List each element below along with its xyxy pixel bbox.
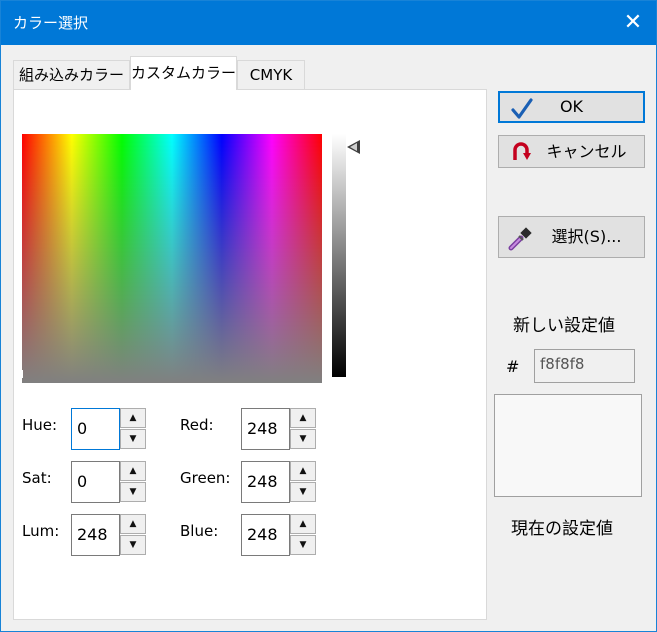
sat-stepper[interactable]: 0 ▲ ▼ — [71, 461, 146, 503]
hue-label: Hue: — [22, 416, 58, 434]
sat-up-button[interactable]: ▲ — [120, 461, 146, 481]
red-up-button[interactable]: ▲ — [290, 408, 316, 428]
hue-input[interactable]: 0 — [71, 408, 120, 450]
blue-input[interactable]: 248 — [241, 514, 290, 556]
close-button[interactable]: ✕ — [610, 1, 656, 45]
current-color-swatch — [494, 394, 642, 497]
blue-up-button[interactable]: ▲ — [290, 514, 316, 534]
tab-builtin-colors[interactable]: 組み込みカラー — [13, 60, 130, 89]
color-dialog: カラー選択 ✕ 組み込みカラー カスタムカラー CMYK Hue: 0 ▲ ▼ … — [0, 0, 657, 632]
blue-stepper[interactable]: 248 ▲ ▼ — [241, 514, 316, 556]
green-stepper[interactable]: 248 ▲ ▼ — [241, 461, 316, 503]
current-value-label: 現在の設定値 — [511, 519, 613, 539]
cancel-button[interactable]: キャンセル — [498, 135, 645, 168]
blue-label: Blue: — [180, 522, 219, 540]
spectrum-cursor — [22, 370, 23, 378]
red-input[interactable]: 248 — [241, 408, 290, 450]
lum-up-button[interactable]: ▲ — [120, 514, 146, 534]
green-label: Green: — [180, 469, 231, 487]
lum-label: Lum: — [22, 522, 60, 540]
tab-custom-colors[interactable]: カスタムカラー — [130, 56, 237, 90]
lum-down-button[interactable]: ▼ — [120, 535, 146, 555]
hue-up-button[interactable]: ▲ — [120, 408, 146, 428]
window-title: カラー選択 — [13, 14, 89, 32]
green-up-button[interactable]: ▲ — [290, 461, 316, 481]
sat-input[interactable]: 0 — [71, 461, 120, 503]
sat-label: Sat: — [22, 469, 52, 487]
lum-input[interactable]: 248 — [71, 514, 120, 556]
blue-down-button[interactable]: ▼ — [290, 535, 316, 555]
luminance-slider[interactable] — [332, 134, 346, 377]
tab-cmyk[interactable]: CMYK — [237, 60, 305, 89]
luminance-arrow-icon[interactable] — [347, 140, 360, 154]
color-spectrum[interactable] — [22, 134, 322, 383]
sat-down-button[interactable]: ▼ — [120, 482, 146, 502]
green-down-button[interactable]: ▼ — [290, 482, 316, 502]
red-down-button[interactable]: ▼ — [290, 429, 316, 449]
hue-down-button[interactable]: ▼ — [120, 429, 146, 449]
hue-stepper[interactable]: 0 ▲ ▼ — [71, 408, 146, 450]
hex-value-field[interactable]: f8f8f8 — [534, 349, 635, 383]
green-input[interactable]: 248 — [241, 461, 290, 503]
lum-stepper[interactable]: 248 ▲ ▼ — [71, 514, 146, 556]
pick-color-label: 選択(S)... — [551, 227, 622, 246]
title-bar: カラー選択 ✕ — [1, 1, 656, 45]
hex-prefix: # — [506, 357, 520, 376]
ok-button[interactable]: OK — [498, 91, 645, 123]
pick-color-button[interactable]: 選択(S)... — [498, 216, 645, 258]
red-label: Red: — [180, 416, 214, 434]
red-stepper[interactable]: 248 ▲ ▼ — [241, 408, 316, 450]
ok-label: OK — [559, 97, 584, 116]
new-value-label: 新しい設定値 — [513, 316, 615, 336]
cancel-label: キャンセル — [546, 142, 627, 161]
